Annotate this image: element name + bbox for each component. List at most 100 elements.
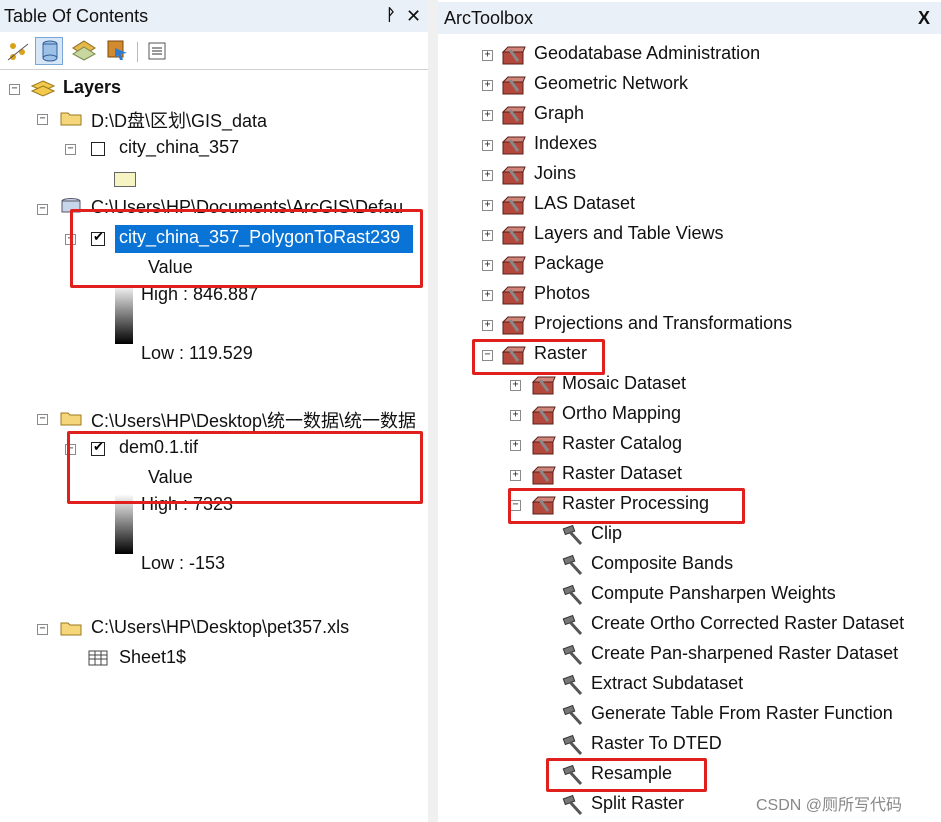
tool-label[interactable]: Split Raster (591, 793, 684, 814)
tool-label[interactable]: Composite Bands (591, 553, 733, 574)
options-icon[interactable] (147, 41, 167, 61)
toolset-icon (530, 465, 556, 485)
annotation-highlight-box (472, 339, 605, 375)
layers-root-label[interactable]: Layers (63, 77, 121, 98)
toolbar-separator (137, 42, 138, 62)
toolset-icon (530, 405, 556, 425)
watermark: CSDN @厕所写代码 (756, 797, 903, 814)
toolset-label[interactable]: Joins (534, 163, 576, 184)
toc-toolbar (0, 34, 428, 68)
hammer-icon (560, 674, 584, 696)
tool-label[interactable]: Create Ortho Corrected Raster Dataset (591, 613, 904, 634)
table-of-contents-pane: Table Of Contents ᚹ ✕ − Layers − D:\D盘\区… (0, 0, 428, 822)
arctoolbox-pane: ArcToolbox X + Geodatabase Administration… (438, 0, 941, 822)
toolset-label[interactable]: Package (534, 253, 604, 274)
toolset-label[interactable]: Photos (534, 283, 590, 304)
toolset-expand-toggle[interactable]: + (510, 380, 521, 391)
legend-low-value: Low : -153 (141, 553, 226, 573)
toolset-label[interactable]: Geodatabase Administration (534, 43, 760, 64)
polygon-symbol-swatch[interactable] (114, 172, 136, 187)
layer-collapse-toggle[interactable]: − (65, 144, 76, 155)
layers-collapse-toggle[interactable]: − (9, 84, 20, 95)
folder-icon (60, 112, 82, 126)
toolset-expand-toggle[interactable]: + (482, 140, 493, 151)
pane-divider[interactable] (428, 0, 438, 822)
toolset-label[interactable]: Mosaic Dataset (562, 373, 686, 394)
list-by-drawing-order-icon[interactable] (6, 40, 30, 62)
toolset-label[interactable]: Geometric Network (534, 73, 688, 94)
arctoolbox-title: ArcToolbox (444, 8, 534, 28)
tool-label[interactable]: Create Pan-sharpened Raster Dataset (591, 643, 898, 664)
list-by-source-button[interactable] (35, 37, 63, 65)
tool-label[interactable]: Extract Subdataset (591, 673, 743, 694)
list-by-selection-icon[interactable] (105, 38, 129, 62)
annotation-highlight-box (70, 209, 423, 288)
tool-label[interactable]: Raster To DTED (591, 733, 722, 754)
group-collapse-toggle[interactable]: − (37, 414, 48, 425)
list-by-visibility-icon[interactable] (72, 39, 96, 61)
toolset-icon (500, 165, 526, 185)
toolset-label[interactable]: Raster Dataset (562, 463, 682, 484)
toolset-label[interactable]: LAS Dataset (534, 193, 635, 214)
toc-title: Table Of Contents (4, 6, 149, 26)
toolset-icon (500, 105, 526, 125)
toolset-expand-toggle[interactable]: + (482, 110, 493, 121)
legend-low-value: Low : 119.529 (141, 343, 253, 363)
close-icon[interactable]: ✕ (406, 0, 421, 32)
layer-name[interactable]: city_china_357 (119, 137, 239, 158)
layers-icon (31, 80, 55, 97)
toolset-expand-toggle[interactable]: + (510, 410, 521, 421)
toolset-expand-toggle[interactable]: + (482, 260, 493, 271)
tool-label[interactable]: Compute Pansharpen Weights (591, 583, 836, 604)
hammer-icon (560, 734, 584, 756)
toolset-label[interactable]: Raster Catalog (562, 433, 682, 454)
toolset-label[interactable]: Layers and Table Views (534, 223, 723, 244)
toolset-expand-toggle[interactable]: + (482, 80, 493, 91)
hammer-icon (560, 554, 584, 576)
toolset-icon (500, 195, 526, 215)
annotation-highlight-box (546, 758, 707, 792)
folder-icon (60, 622, 82, 636)
toolset-icon (530, 375, 556, 395)
toolset-expand-toggle[interactable]: + (482, 230, 493, 241)
table-icon (88, 650, 108, 666)
tool-label[interactable]: Generate Table From Raster Function (591, 703, 893, 724)
toolset-label[interactable]: Indexes (534, 133, 597, 154)
hammer-icon (560, 584, 584, 606)
group-collapse-toggle[interactable]: − (37, 114, 48, 125)
toolset-expand-toggle[interactable]: + (482, 290, 493, 301)
layer-visibility-checkbox[interactable] (91, 142, 105, 156)
toolset-icon (500, 255, 526, 275)
pin-icon[interactable]: ᚹ (386, 0, 396, 32)
stretch-color-ramp (115, 284, 133, 344)
group-collapse-toggle[interactable]: − (37, 624, 48, 635)
hammer-icon (560, 794, 584, 816)
toolset-expand-toggle[interactable]: + (510, 470, 521, 481)
table-name[interactable]: Sheet1$ (119, 647, 186, 668)
data-source-path[interactable]: C:\Users\HP\Desktop\pet357.xls (91, 617, 349, 638)
hammer-icon (560, 524, 584, 546)
data-source-path[interactable]: C:\Users\HP\Desktop\统一数据\统一数据 (91, 407, 424, 433)
toolset-expand-toggle[interactable]: + (482, 200, 493, 211)
hammer-icon (560, 644, 584, 666)
database-icon (42, 40, 58, 62)
close-icon[interactable]: X (918, 2, 930, 34)
toolset-icon (500, 285, 526, 305)
annotation-highlight-box (508, 488, 745, 524)
toolset-label[interactable]: Projections and Transformations (534, 313, 792, 334)
toolset-label[interactable]: Graph (534, 103, 584, 124)
toolset-expand-toggle[interactable]: + (482, 170, 493, 181)
tool-label[interactable]: Clip (591, 523, 622, 544)
group-collapse-toggle[interactable]: − (37, 204, 48, 215)
toolset-expand-toggle[interactable]: + (482, 320, 493, 331)
toolbar-bottom-border (0, 69, 428, 70)
toolset-expand-toggle[interactable]: + (510, 440, 521, 451)
toolset-expand-toggle[interactable]: + (482, 50, 493, 61)
hammer-icon (560, 704, 584, 726)
folder-icon (60, 412, 82, 426)
toolset-icon (530, 435, 556, 455)
toolset-icon (500, 45, 526, 65)
toolset-label[interactable]: Ortho Mapping (562, 403, 681, 424)
data-source-path[interactable]: D:\D盘\区划\GIS_data (91, 107, 267, 133)
arctoolbox-title-bar: ArcToolbox X (438, 2, 941, 34)
